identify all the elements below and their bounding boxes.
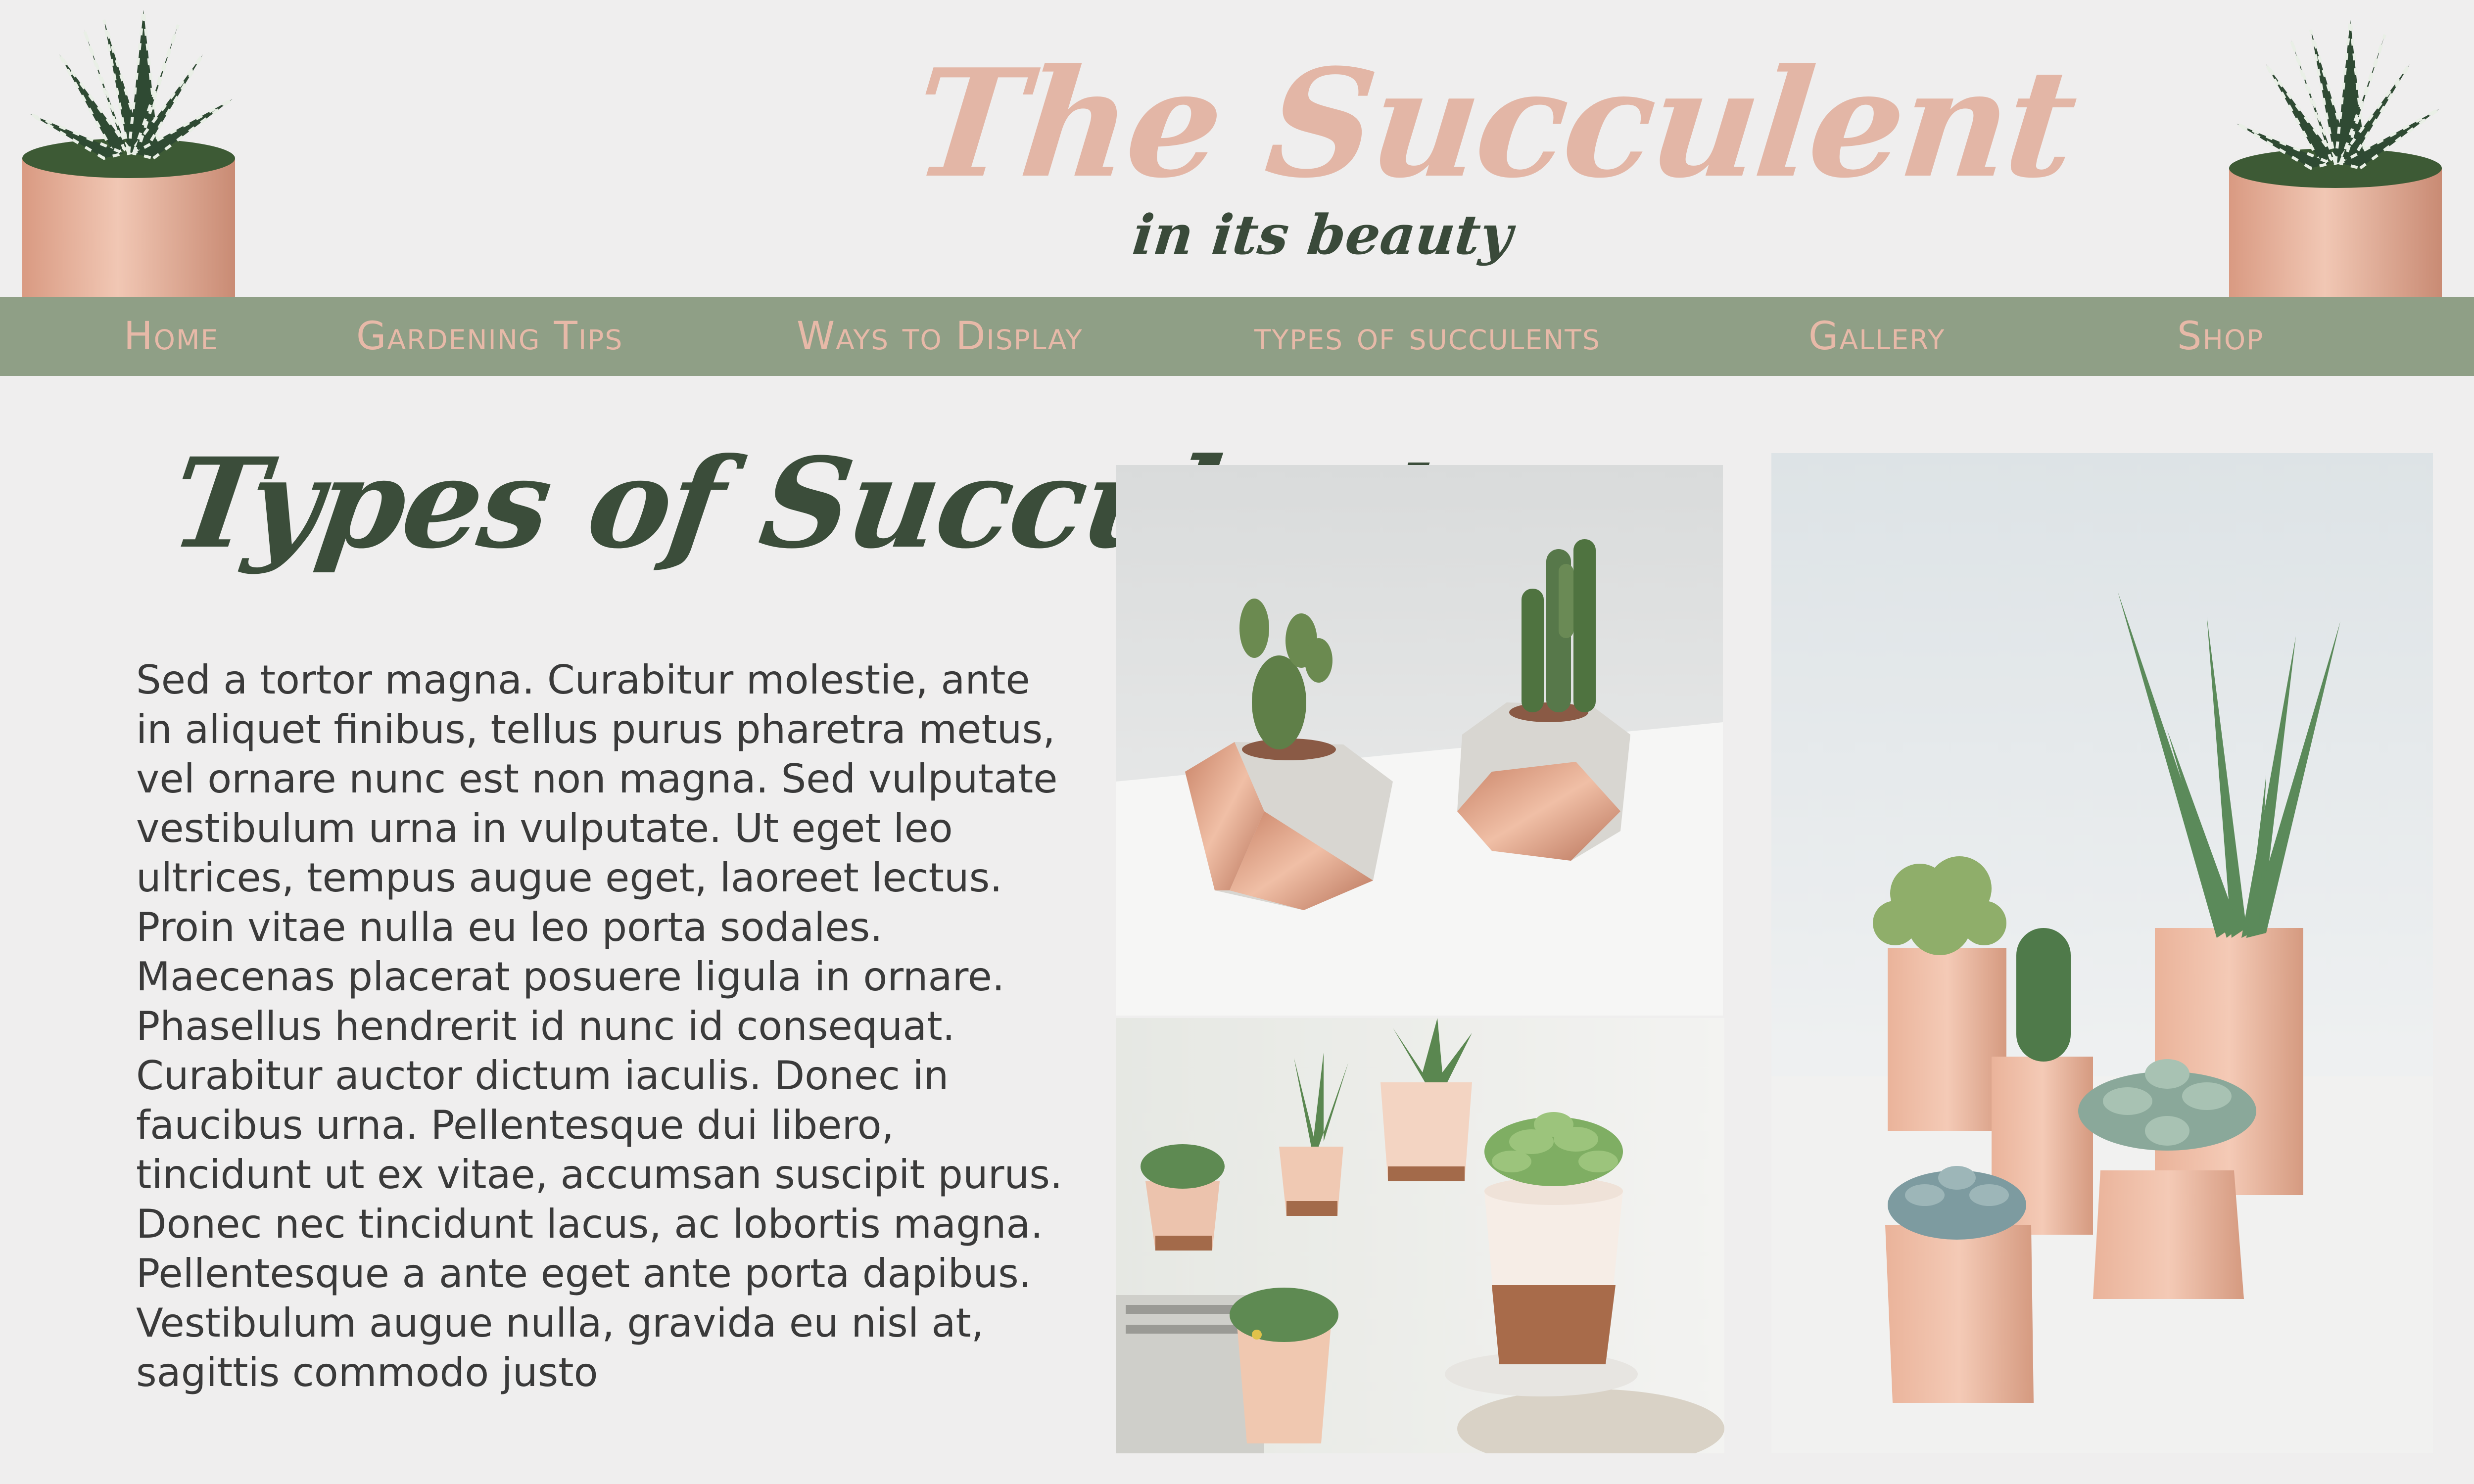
logo-tagline: in its beauty [1130, 203, 1516, 267]
nav-item-gardening-tips[interactable]: Gardening Tips [356, 297, 623, 376]
photo-copper-hex-pots [1771, 453, 2433, 1453]
nav-item-gallery[interactable]: Gallery [1808, 297, 1945, 376]
photo-geometric-copper-pots [1116, 465, 1723, 1016]
nav-item-ways-to-display[interactable]: Ways to Display [797, 297, 1083, 376]
main-nav: Home Gardening Tips Ways to Display type… [0, 297, 2474, 376]
corner-plant-right-icon [2222, 0, 2449, 297]
site-logo[interactable]: The Succulent in its beauty [906, 36, 2082, 282]
nav-item-types-of-succulents[interactable]: types of succulents [1254, 297, 1601, 376]
corner-plant-left-icon [15, 0, 242, 297]
photo-terracotta-pots [1116, 1018, 1724, 1453]
body-paragraph: Sed a tortor magna. Curabitur molestie, … [136, 657, 1063, 1395]
logo-title: The Succulent [906, 36, 2082, 211]
nav-item-home[interactable]: Home [124, 297, 219, 376]
nav-item-shop[interactable]: Shop [2177, 297, 2264, 376]
